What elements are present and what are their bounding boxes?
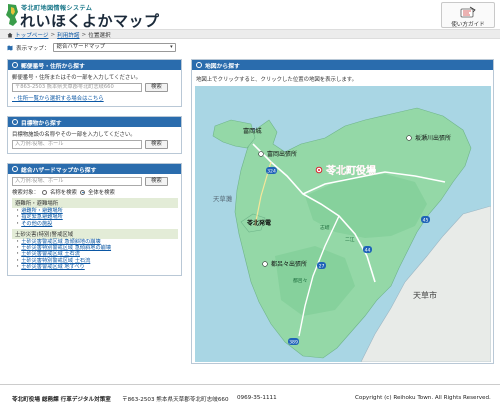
map-canvas[interactable]: 324 389 27 44 45 富岡城 富岡出張所 坂瀬川出張所 苓北町役場 …: [195, 86, 491, 362]
amakusanada-label: 天草灘: [213, 194, 233, 203]
svg-text:389: 389: [289, 339, 298, 345]
town-map[interactable]: 324 389 27 44 45 富岡城 富岡出張所 坂瀬川出張所 苓北町役場 …: [195, 86, 491, 362]
site-title[interactable]: れいほくよかマップ: [20, 10, 160, 31]
svg-text:富岡出張所: 富岡出張所: [267, 150, 297, 158]
radio-all-label: 全体を検索: [87, 190, 115, 196]
svg-text:324: 324: [267, 168, 276, 174]
breadcrumb-current: 位置選択: [88, 33, 111, 39]
radio-name-label: 名称を検索: [49, 190, 77, 196]
chevron-down-icon: ▾: [170, 44, 173, 50]
reihoku-logo-icon: [6, 4, 18, 26]
search-icon: [12, 166, 18, 172]
display-map-label: 表示マップ：: [16, 45, 50, 52]
search-target-label: 検索対象：: [12, 190, 39, 196]
svg-text:苓北町役場: 苓北町役場: [325, 164, 376, 177]
breadcrumb-separator: >: [81, 32, 87, 38]
breadcrumb-terms-link[interactable]: 利用許諾: [57, 31, 79, 39]
tomioka-castle-label: 富岡城: [243, 127, 262, 135]
radio-all-search[interactable]: [79, 189, 85, 195]
svg-text:27: 27: [319, 263, 325, 269]
category-item: ・土砂災害警戒区域 地すべり: [15, 264, 85, 271]
category-link[interactable]: 土砂災害警戒区域 地すべり: [21, 264, 85, 270]
postal-address-panel: 郵便番号・住所から探す 郵便番号・住所またはその一部を入力してください。 〒86…: [7, 59, 182, 107]
svg-text:坂瀬川出張所: 坂瀬川出張所: [415, 134, 451, 142]
category-item: ・その他の施設: [15, 220, 53, 227]
search-icon: [12, 62, 18, 68]
radio-name-search[interactable]: [41, 189, 47, 195]
footer-tel: 0969-35-1111: [237, 395, 277, 401]
hazard-search-button[interactable]: 検索: [145, 177, 168, 186]
navigation-bar: トップページ > 利用許諾 > 位置選択: [0, 29, 500, 39]
landmark-search-button[interactable]: 検索: [145, 140, 168, 149]
category-link[interactable]: 土砂災害特別警戒区域 土石流: [21, 258, 90, 264]
footer-office: 苓北町役場 総務課 行革デジタル対策室: [12, 397, 111, 403]
category-link[interactable]: その他の施設: [21, 221, 52, 227]
route-27-shield: 27: [317, 262, 326, 269]
map-panel: 地図から探す 地図上でクリックすると、クリックした位置の地図を表示します。 32…: [191, 59, 494, 364]
svg-text:45: 45: [423, 217, 429, 223]
display-map-row: 表示マップ： 総合ハザードマップ ▾: [7, 43, 176, 52]
display-map-select[interactable]: 総合ハザードマップ ▾: [52, 43, 176, 52]
address-list-link[interactable]: ・住所一覧から選択する場合はこちら: [12, 96, 104, 102]
hazard-input[interactable]: 入力例:役場、ホール: [12, 177, 142, 186]
svg-text:都呂々出張所: 都呂々出張所: [271, 260, 307, 268]
landmark-description: 目標物施設の名称やその一部を入力してください。: [12, 132, 136, 138]
display-map-selected: 総合ハザードマップ: [56, 44, 106, 50]
landmark-panel: 目標物から探す 目標物施設の名称やその一部を入力してください。 入力例:役場、ホ…: [7, 116, 182, 154]
home-icon: [7, 32, 13, 38]
usage-guide-button[interactable]: 使い方ガイド: [441, 2, 495, 28]
route-389-shield: 389: [288, 338, 299, 345]
search-icon: [12, 119, 18, 125]
search-icon: [196, 62, 202, 68]
map-layer-icon: [7, 45, 13, 50]
postal-panel-header: 郵便番号・住所から探す: [8, 60, 181, 70]
breadcrumb-top-link[interactable]: トップページ: [15, 31, 48, 39]
category-link[interactable]: 土砂災害警戒区域 土石流: [21, 251, 80, 257]
town-hall-marker[interactable]: 苓北町役場: [315, 164, 376, 177]
breadcrumb-separator: >: [50, 32, 56, 38]
place-shiki-label: 志岐: [320, 224, 330, 231]
route-44-shield: 44: [363, 246, 372, 253]
footer-address: 〒863-2503 熊本県天草郡苓北町志岐660: [122, 397, 229, 403]
header: 苓北町地図情報システム れいほくよかマップ 使い方ガイド: [0, 0, 500, 31]
landmark-panel-header: 目標物から探す: [8, 117, 181, 127]
place-futae-label: 二江: [345, 236, 355, 243]
hazard-panel-header: 総合ハザードマップから探す: [8, 164, 181, 174]
postal-description: 郵便番号・住所またはその一部を入力してください。: [12, 75, 142, 81]
footer: 苓北町役場 総務課 行革デジタル対策室 〒863-2503 熊本県天草郡苓北町志…: [0, 384, 500, 415]
category-header: 避難所・避難場所: [12, 198, 178, 208]
map-panel-header: 地図から探す: [192, 60, 493, 70]
hazard-map-panel: 総合ハザードマップから探す 入力例:役場、ホール 検索 検索対象： 名称を検索 …: [7, 163, 182, 276]
category-link[interactable]: 指定緊急避難場所: [21, 214, 63, 220]
place-tsuzuki-label: 都呂々: [293, 277, 308, 284]
breadcrumb: トップページ > 利用許諾 > 位置選択: [7, 31, 111, 39]
category-header: 土砂災害(特別)警戒区域: [12, 228, 178, 239]
usage-guide-label: 使い方ガイド: [451, 22, 485, 28]
route-324-shield: 324: [266, 167, 277, 174]
map-panel-title: 地図から探す: [205, 63, 240, 70]
hazard-panel-title: 総合ハザードマップから探す: [21, 167, 97, 174]
svg-text:44: 44: [365, 247, 371, 253]
postal-address-input[interactable]: 〒863-2503 熊本県天草郡苓北町志岐660: [12, 83, 142, 92]
reihoku-plant-label: 苓北発電: [246, 219, 271, 227]
category-link[interactable]: 土砂災害警戒区域 急傾斜地の崩壊: [21, 239, 100, 245]
amakusa-city-label: 天草市: [413, 290, 437, 300]
route-45-shield: 45: [421, 216, 430, 223]
guide-icon: [460, 6, 476, 18]
postal-panel-title: 郵便番号・住所から探す: [21, 63, 85, 70]
footer-copyright: Copyright (c) Reihoku Town. All Rights R…: [355, 395, 491, 401]
postal-search-button[interactable]: 検索: [145, 83, 168, 92]
landmark-input[interactable]: 入力例:役場、ホール: [12, 140, 142, 149]
map-description: 地図上でクリックすると、クリックした位置の地図を表示します。: [196, 77, 357, 83]
landmark-panel-title: 目標物から探す: [21, 120, 62, 127]
